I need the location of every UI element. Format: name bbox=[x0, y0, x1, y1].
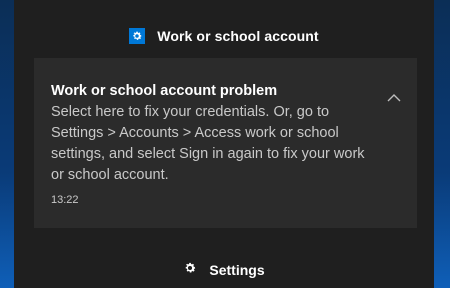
desktop-wallpaper-right bbox=[434, 0, 450, 288]
settings-button[interactable]: Settings bbox=[14, 258, 434, 282]
notification-toast[interactable]: Work or school account problem Select he… bbox=[34, 58, 417, 228]
notification-body: Select here to fix your credentials. Or,… bbox=[51, 104, 365, 183]
notification-title: Work or school account problem bbox=[51, 83, 278, 99]
gear-icon bbox=[129, 28, 146, 44]
gear-icon bbox=[183, 261, 197, 280]
notification-group-header: Work or school account bbox=[14, 24, 434, 48]
notification-timestamp: 13:22 bbox=[51, 194, 79, 206]
settings-label: Settings bbox=[209, 262, 265, 278]
chevron-up-icon[interactable] bbox=[385, 90, 403, 104]
desktop-wallpaper-left bbox=[0, 0, 14, 288]
action-center-panel: Work or school account Work or school ac… bbox=[14, 0, 434, 288]
group-title: Work or school account bbox=[157, 28, 319, 44]
